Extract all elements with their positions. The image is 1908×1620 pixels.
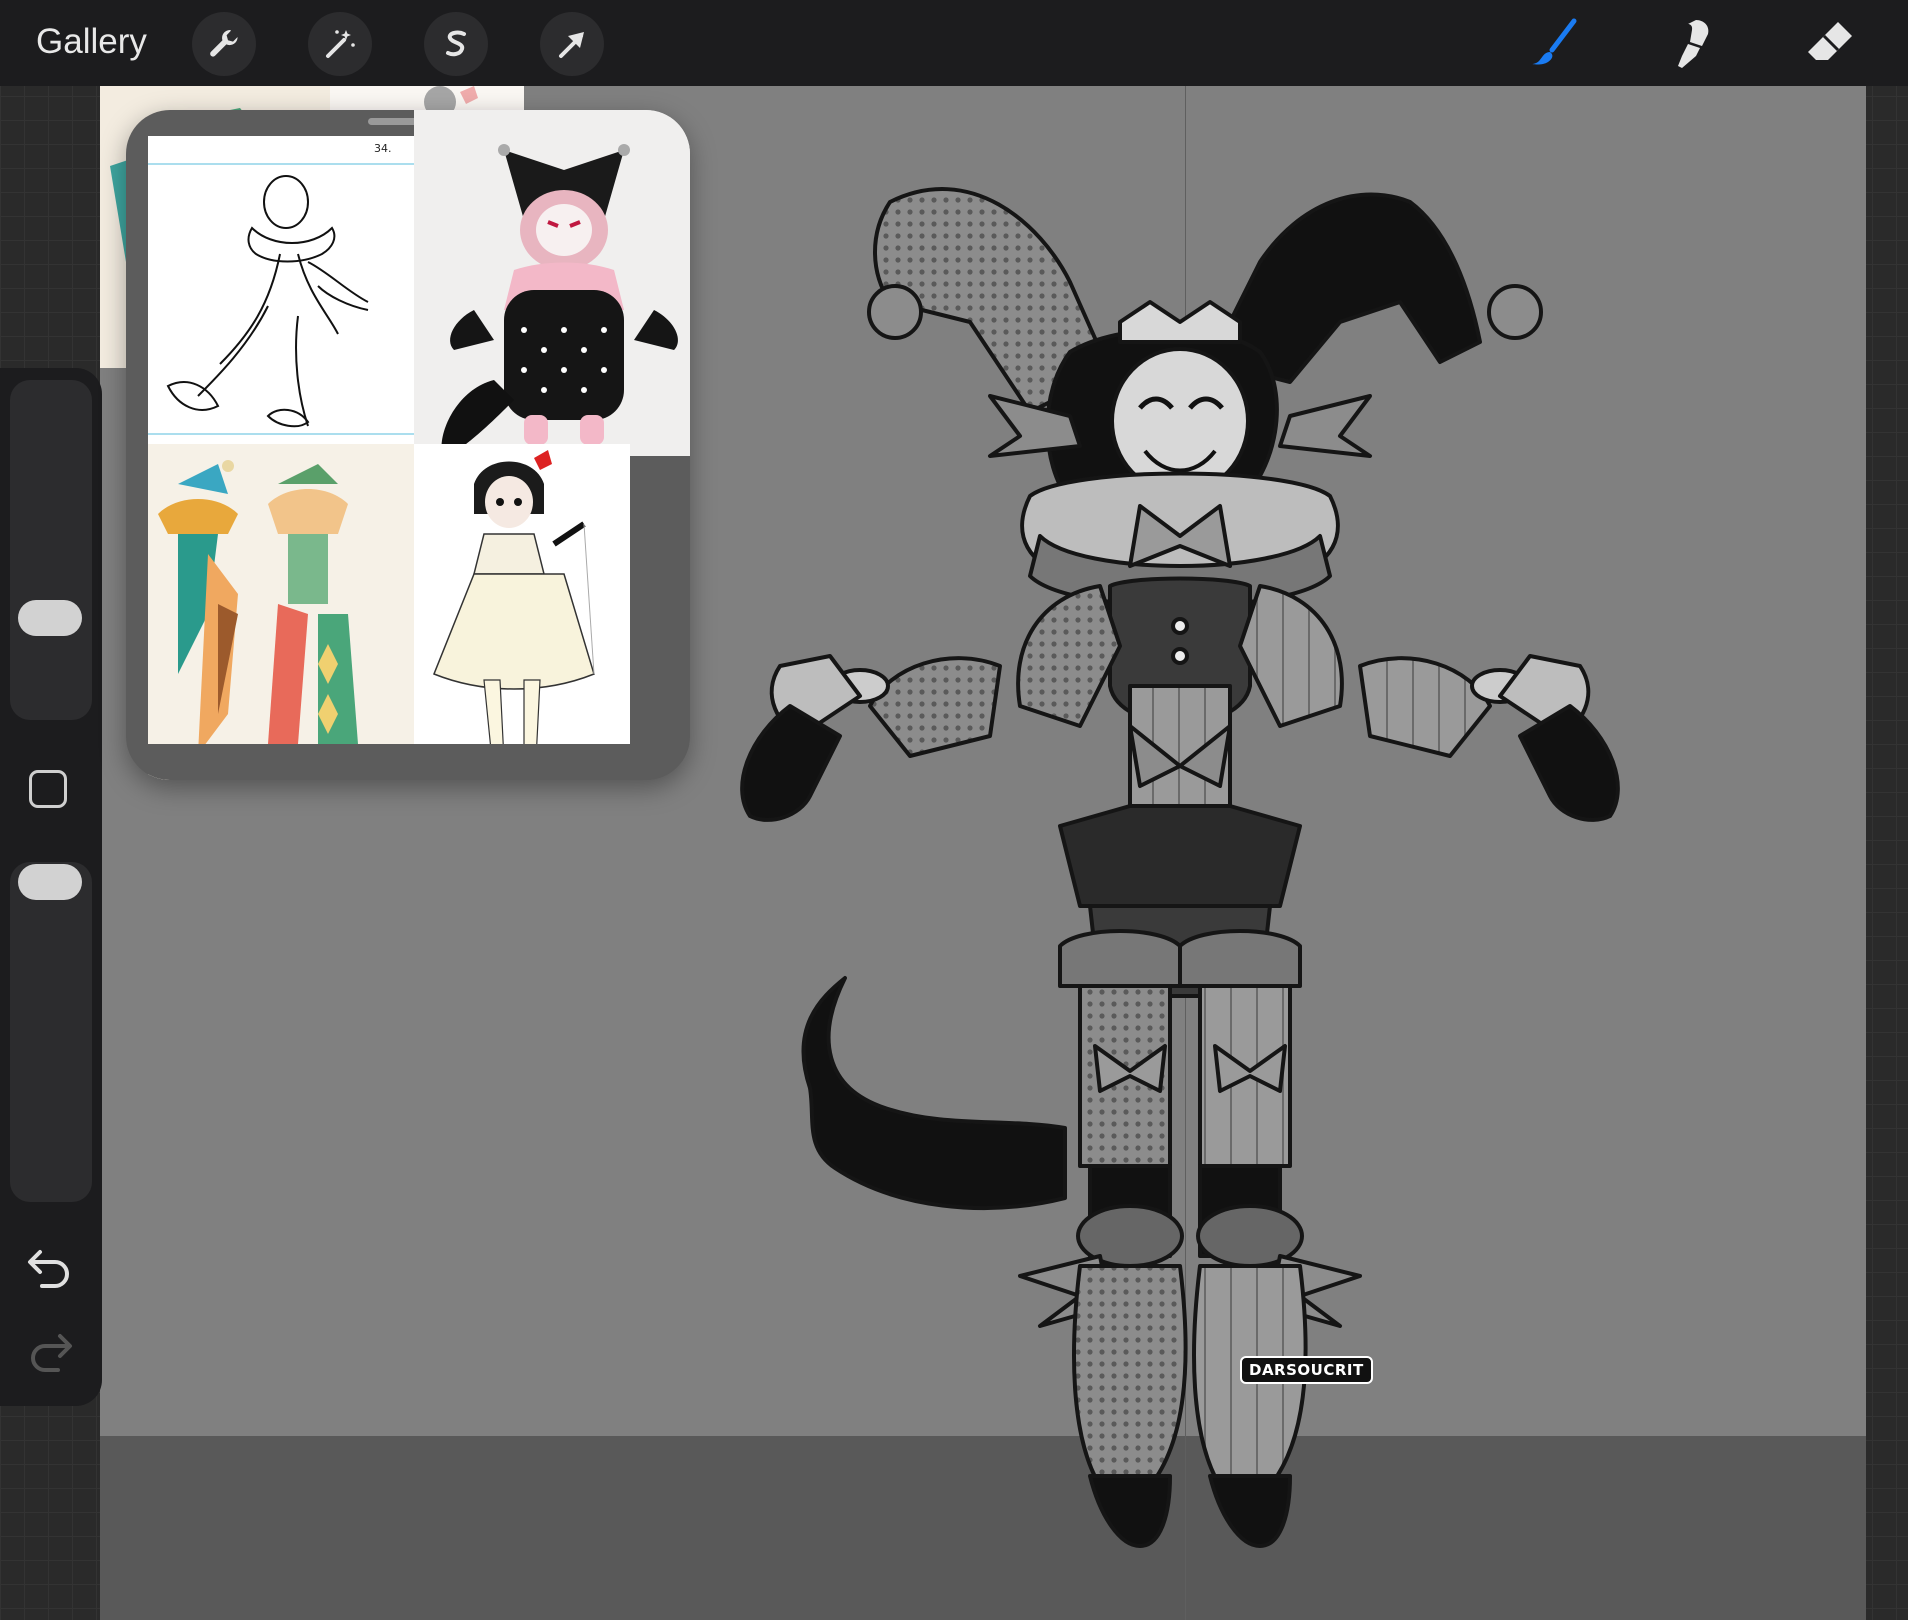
artist-watermark: DARSOUCRIT bbox=[1240, 1356, 1373, 1384]
brush-icon bbox=[1526, 16, 1582, 72]
selection-button[interactable] bbox=[424, 12, 488, 76]
wrench-icon bbox=[206, 26, 242, 62]
square-modify-icon[interactable] bbox=[29, 770, 67, 808]
top-toolbar: Gallery bbox=[0, 0, 1908, 86]
brush-opacity-thumb[interactable] bbox=[18, 864, 82, 900]
selection-icon bbox=[438, 26, 474, 62]
eraser-icon bbox=[1802, 16, 1858, 72]
eraser-button[interactable] bbox=[1798, 12, 1862, 76]
reference-image-jester-plush bbox=[414, 110, 690, 456]
smudge-icon bbox=[1666, 16, 1718, 72]
reference-image-harlequin-pair bbox=[148, 444, 414, 780]
reference-image-girl-white-dress bbox=[414, 444, 630, 780]
reference-window-bottom-bar bbox=[126, 744, 690, 780]
adjustments-button[interactable] bbox=[308, 12, 372, 76]
redo-icon[interactable] bbox=[26, 1330, 74, 1374]
left-sidebar bbox=[0, 368, 102, 1406]
undo-icon[interactable] bbox=[26, 1246, 74, 1290]
reference-image-pierrot-sketch: 34. bbox=[148, 136, 414, 444]
brush-opacity-slider[interactable] bbox=[10, 862, 92, 1202]
reference-window[interactable]: 34. bbox=[126, 110, 690, 780]
brush-size-slider[interactable] bbox=[10, 380, 92, 720]
brush-size-thumb[interactable] bbox=[18, 600, 82, 636]
magic-wand-icon bbox=[322, 26, 358, 62]
smudge-button[interactable] bbox=[1660, 12, 1724, 76]
actions-button[interactable] bbox=[192, 12, 256, 76]
transform-button[interactable] bbox=[540, 12, 604, 76]
gallery-button[interactable]: Gallery bbox=[36, 22, 147, 62]
transform-arrow-icon bbox=[554, 26, 590, 62]
brush-button[interactable] bbox=[1522, 12, 1586, 76]
sketch-page-number: 34. bbox=[374, 142, 392, 155]
